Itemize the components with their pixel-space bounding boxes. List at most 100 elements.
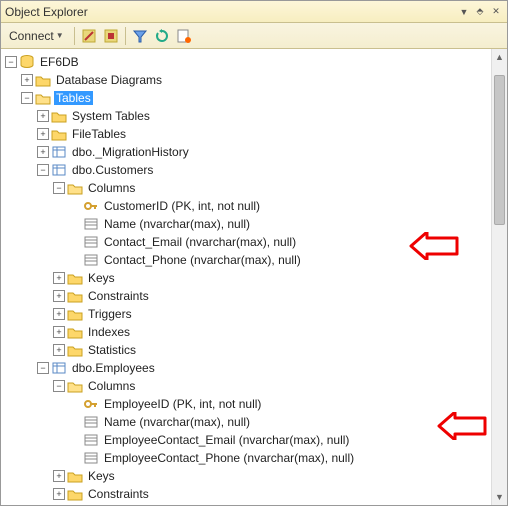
node-label: Columns bbox=[86, 379, 137, 393]
chevron-down-icon: ▼ bbox=[56, 31, 64, 40]
collapse-icon[interactable]: − bbox=[37, 164, 49, 176]
tree-node-keys[interactable]: +Keys bbox=[51, 467, 489, 485]
tree-node-tables[interactable]: − Tables bbox=[19, 89, 489, 107]
table-icon bbox=[51, 360, 67, 376]
node-label: Indexes bbox=[86, 325, 132, 339]
collapse-icon[interactable]: − bbox=[53, 182, 65, 194]
connect-button[interactable]: Connect ▼ bbox=[5, 27, 68, 45]
node-label: EmployeeContact_Phone (nvarchar(max), nu… bbox=[102, 451, 356, 465]
tree-node-diagrams[interactable]: + Database Diagrams bbox=[19, 71, 489, 89]
key-icon bbox=[83, 198, 99, 214]
node-label: System Tables bbox=[70, 109, 152, 123]
expand-icon[interactable]: + bbox=[53, 308, 65, 320]
toolbar: Connect ▼ bbox=[1, 23, 507, 49]
node-label: Columns bbox=[86, 181, 137, 195]
collapse-icon[interactable]: − bbox=[53, 380, 65, 392]
node-label: Name (nvarchar(max), null) bbox=[102, 217, 252, 231]
tree-node-column[interactable]: EmployeeID (PK, int, not null) bbox=[67, 395, 489, 413]
tree-node-constraints[interactable]: + Constraints bbox=[51, 287, 489, 305]
collapse-icon[interactable]: − bbox=[21, 92, 33, 104]
node-label: EF6DB bbox=[38, 55, 81, 69]
node-label: Contact_Phone (nvarchar(max), null) bbox=[102, 253, 303, 267]
tree-node-filetables[interactable]: + FileTables bbox=[35, 125, 489, 143]
vertical-scrollbar[interactable]: ▲ ▼ bbox=[491, 49, 507, 505]
expand-icon[interactable]: + bbox=[53, 470, 65, 482]
key-icon bbox=[83, 396, 99, 412]
node-label: Name (nvarchar(max), null) bbox=[102, 415, 252, 429]
expand-icon[interactable]: + bbox=[37, 110, 49, 122]
folder-icon bbox=[67, 270, 83, 286]
database-icon bbox=[19, 54, 35, 70]
tree-node-keys[interactable]: +Keys bbox=[51, 269, 489, 287]
folder-icon bbox=[67, 324, 83, 340]
close-icon[interactable]: ✕ bbox=[489, 5, 503, 19]
expand-icon[interactable]: + bbox=[37, 146, 49, 158]
folder-icon bbox=[67, 306, 83, 322]
pin-icon[interactable]: ⬘ bbox=[473, 5, 487, 19]
tree-node-database[interactable]: − EF6DB bbox=[3, 53, 489, 71]
scroll-up-icon[interactable]: ▲ bbox=[492, 49, 507, 65]
expand-icon[interactable]: + bbox=[53, 326, 65, 338]
tree-node-columns[interactable]: − Columns bbox=[51, 377, 489, 395]
separator bbox=[74, 27, 75, 45]
refresh-icon[interactable] bbox=[154, 28, 170, 44]
tree-node-columns[interactable]: − Columns bbox=[51, 179, 489, 197]
scroll-down-icon[interactable]: ▼ bbox=[492, 489, 507, 505]
panel-title: Object Explorer bbox=[5, 5, 455, 19]
node-label: Constraints bbox=[86, 289, 151, 303]
column-icon bbox=[83, 450, 99, 466]
tree-node-column[interactable]: Contact_Phone (nvarchar(max), null) bbox=[67, 251, 489, 269]
node-label: Triggers bbox=[86, 307, 134, 321]
node-label: CustomerID (PK, int, not null) bbox=[102, 199, 262, 213]
tree-node-column[interactable]: EmployeeContact_Email (nvarchar(max), nu… bbox=[67, 431, 489, 449]
script-icon[interactable] bbox=[176, 28, 192, 44]
column-icon bbox=[83, 252, 99, 268]
tree-node-migration[interactable]: + dbo._MigrationHistory bbox=[35, 143, 489, 161]
table-icon bbox=[51, 162, 67, 178]
expand-icon[interactable]: + bbox=[37, 128, 49, 140]
node-label: dbo.Employees bbox=[70, 361, 157, 375]
node-label: EmployeeID (PK, int, not null) bbox=[102, 397, 263, 411]
tree-node-constraints[interactable]: + Constraints bbox=[51, 485, 489, 503]
stop-icon[interactable] bbox=[103, 28, 119, 44]
tree-node-column[interactable]: EmployeeContact_Phone (nvarchar(max), nu… bbox=[67, 449, 489, 467]
tree-node-column[interactable]: Contact_Email (nvarchar(max), null) bbox=[67, 233, 489, 251]
folder-icon bbox=[67, 468, 83, 484]
node-label: dbo.Customers bbox=[70, 163, 155, 177]
scrollbar-thumb[interactable] bbox=[494, 75, 505, 225]
tree-node-employees[interactable]: − dbo.Employees bbox=[35, 359, 489, 377]
expand-icon[interactable]: + bbox=[21, 74, 33, 86]
tree-node-systables[interactable]: + System Tables bbox=[35, 107, 489, 125]
tree-node-statistics[interactable]: +Statistics bbox=[51, 341, 489, 359]
node-label: Database Diagrams bbox=[54, 73, 164, 87]
tree-node-triggers[interactable]: + Triggers bbox=[51, 305, 489, 323]
node-label: dbo._MigrationHistory bbox=[70, 145, 191, 159]
expand-icon[interactable]: + bbox=[53, 272, 65, 284]
tree-node-customers[interactable]: − dbo.Customers bbox=[35, 161, 489, 179]
separator bbox=[125, 27, 126, 45]
column-icon bbox=[83, 432, 99, 448]
collapse-icon[interactable]: − bbox=[5, 56, 17, 68]
collapse-icon[interactable]: − bbox=[37, 362, 49, 374]
expand-icon[interactable]: + bbox=[53, 488, 65, 500]
column-icon bbox=[83, 216, 99, 232]
expand-icon[interactable]: + bbox=[53, 344, 65, 356]
folder-open-icon bbox=[35, 90, 51, 106]
tree-node-column[interactable]: CustomerID (PK, int, not null) bbox=[67, 197, 489, 215]
expand-icon[interactable]: + bbox=[53, 290, 65, 302]
column-icon bbox=[83, 234, 99, 250]
node-label: Constraints bbox=[86, 487, 151, 501]
filter-icon[interactable] bbox=[132, 28, 148, 44]
content-area: − EF6DB + Database Diagrams − Tables + S… bbox=[1, 49, 507, 505]
tree-view[interactable]: − EF6DB + Database Diagrams − Tables + S… bbox=[1, 49, 491, 505]
folder-icon bbox=[67, 288, 83, 304]
dropdown-icon[interactable]: ▼ bbox=[457, 5, 471, 19]
folder-open-icon bbox=[67, 180, 83, 196]
node-label: Contact_Email (nvarchar(max), null) bbox=[102, 235, 298, 249]
disconnect-icon[interactable] bbox=[81, 28, 97, 44]
tree-node-column[interactable]: Name (nvarchar(max), null) bbox=[67, 413, 489, 431]
tree-node-indexes[interactable]: + Indexes bbox=[51, 323, 489, 341]
folder-icon bbox=[67, 486, 83, 502]
tree-node-column[interactable]: Name (nvarchar(max), null) bbox=[67, 215, 489, 233]
node-label: FileTables bbox=[70, 127, 128, 141]
